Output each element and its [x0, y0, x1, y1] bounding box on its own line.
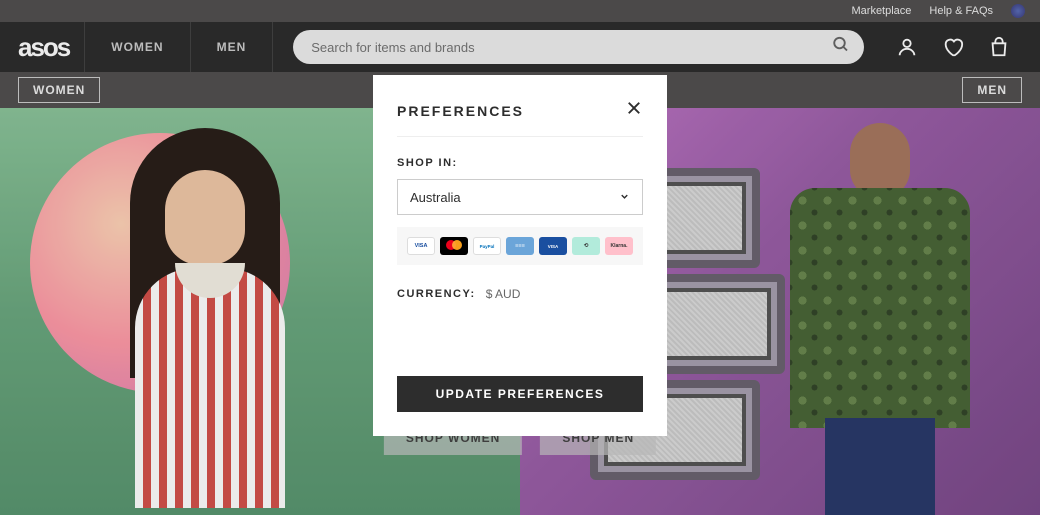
currency-label: CURRENCY:	[397, 288, 476, 300]
modal-header: PREFERENCES	[397, 99, 643, 137]
currency-row: CURRENCY: $ AUD	[397, 287, 643, 301]
visa-debit-icon: VISA	[539, 237, 567, 255]
preferences-modal: PREFERENCES SHOP IN: Australia VISA PayP…	[373, 75, 667, 436]
klarna-icon: Klarna.	[605, 237, 633, 255]
modal-title: PREFERENCES	[397, 103, 524, 119]
amex-icon: ≡≡≡	[506, 237, 534, 255]
country-dropdown[interactable]: Australia	[397, 179, 643, 215]
mastercard-icon	[440, 237, 468, 255]
currency-value: $ AUD	[486, 287, 521, 301]
afterpay-icon: ⟲	[572, 237, 600, 255]
payment-methods: VISA PayPal ≡≡≡ VISA ⟲ Klarna.	[397, 227, 643, 265]
country-value: Australia	[410, 190, 461, 205]
chevron-down-icon	[619, 190, 630, 205]
update-preferences-button[interactable]: UPDATE PREFERENCES	[397, 376, 643, 412]
shop-in-label: SHOP IN:	[397, 157, 643, 169]
visa-icon: VISA	[407, 237, 435, 255]
paypal-icon: PayPal	[473, 237, 501, 255]
close-icon[interactable]	[625, 99, 643, 122]
